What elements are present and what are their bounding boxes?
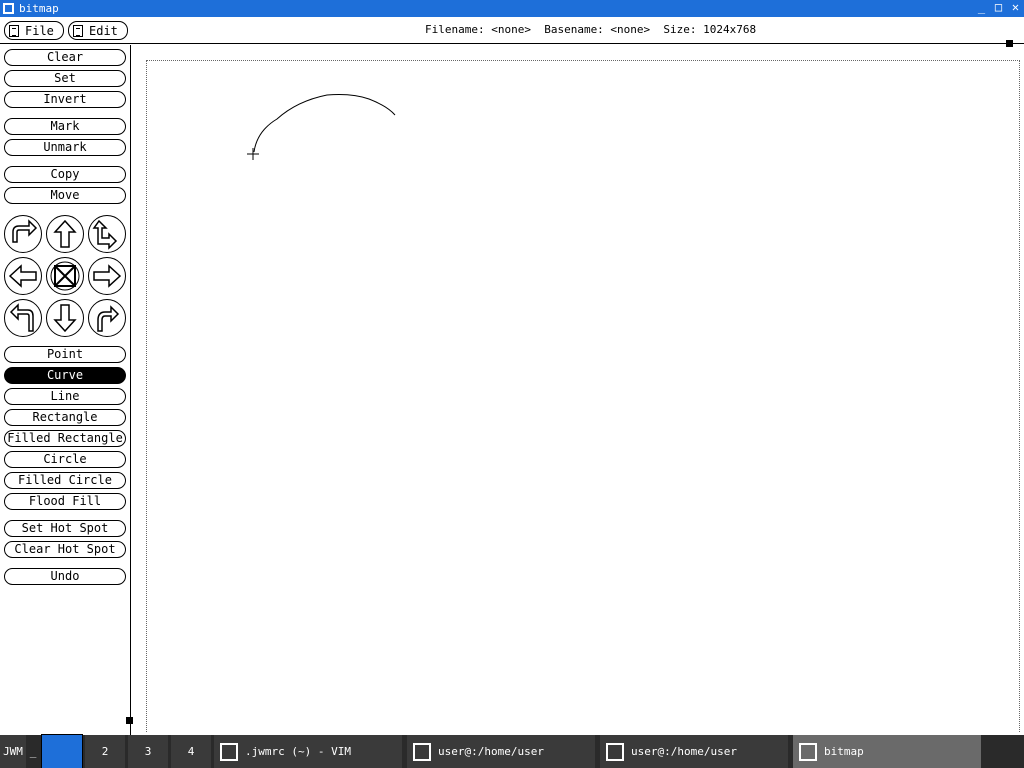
task-label: .jwmrc (~) - VIM [245,745,351,758]
file-menu-label: File [25,23,54,38]
flip-vertical-icon[interactable] [88,215,126,253]
edit-menu-button[interactable]: Edit [68,21,128,40]
down-arrow-icon[interactable] [46,299,84,337]
rotate-right-icon[interactable] [4,215,42,253]
left-arrow-icon[interactable] [4,257,42,295]
pane-resize-handle[interactable] [126,717,133,724]
document-icon [9,24,19,37]
close-icon[interactable]: ✕ [1009,1,1022,14]
rectangle-tool-button[interactable]: Rectangle [4,409,126,426]
desktop-2-button[interactable]: 2 [85,735,125,768]
clear-button[interactable]: Clear [4,49,126,66]
canvas-drawing [247,94,396,160]
filled-circle-tool-button[interactable]: Filled Circle [4,472,126,489]
file-menu-button[interactable]: File [4,21,64,40]
minimize-icon[interactable]: _ [975,1,988,14]
drawn-curve [253,94,396,153]
pane-resize-handle[interactable] [1006,40,1013,47]
set-button[interactable]: Set [4,70,126,87]
task-terminal-2[interactable]: user@:/home/user [600,735,788,768]
invert-button[interactable]: Invert [4,91,126,108]
show-desktop-button[interactable]: _ [27,735,39,768]
menu-bar: File Edit Filename: <none> Basename: <no… [0,17,1024,44]
clear-hot-spot-button[interactable]: Clear Hot Spot [4,541,126,558]
desktop-1-button[interactable] [41,734,83,768]
circle-tool-button[interactable]: Circle [4,451,126,468]
set-hot-spot-button[interactable]: Set Hot Spot [4,520,126,537]
task-terminal-1[interactable]: user@:/home/user [407,735,595,768]
rotate-left-icon[interactable] [4,299,42,337]
desktop-4-button[interactable]: 4 [171,735,211,768]
task-label: bitmap [824,745,864,758]
window-menu-icon[interactable] [3,3,14,14]
flip-horizontal-icon[interactable] [88,299,126,337]
maximize-icon[interactable]: □ [992,1,1005,14]
task-label: user@:/home/user [631,745,737,758]
right-arrow-icon[interactable] [88,257,126,295]
edit-menu-label: Edit [89,23,118,38]
move-button[interactable]: Move [4,187,126,204]
window-icon [220,742,238,761]
window-icon [413,742,431,761]
task-label: user@:/home/user [438,745,544,758]
fold-icon[interactable] [46,257,84,295]
line-tool-button[interactable]: Line [4,388,126,405]
file-info-status: Filename: <none> Basename: <none> Size: … [425,23,757,36]
task-bitmap[interactable]: bitmap [793,735,981,768]
task-vim[interactable]: .jwmrc (~) - VIM [214,735,402,768]
taskbar: JWM _ 2 3 4 .jwmrc (~) - VIM user@:/home… [0,734,1024,768]
unmark-button[interactable]: Unmark [4,139,126,156]
curve-tool-button[interactable]: Curve [4,367,126,384]
flood-fill-tool-button[interactable]: Flood Fill [4,493,126,510]
document-icon [73,24,83,37]
window-icon [799,742,817,761]
up-arrow-icon[interactable] [46,215,84,253]
point-tool-button[interactable]: Point [4,346,126,363]
bitmap-canvas[interactable] [146,60,1020,732]
window-title: bitmap [19,2,59,15]
tool-panel: Clear Set Invert Mark Unmark Copy Move P… [0,45,131,735]
window-titlebar[interactable]: bitmap _ □ ✕ [0,0,1024,17]
window-icon [606,742,624,761]
crosshair-cursor-icon [247,148,259,160]
desktop-3-button[interactable]: 3 [128,735,168,768]
undo-button[interactable]: Undo [4,568,126,585]
mark-button[interactable]: Mark [4,118,126,135]
filled-rectangle-tool-button[interactable]: Filled Rectangle [4,430,126,447]
copy-button[interactable]: Copy [4,166,126,183]
window-controls: _ □ ✕ [975,1,1022,14]
jwm-menu-button[interactable]: JWM [0,735,26,768]
